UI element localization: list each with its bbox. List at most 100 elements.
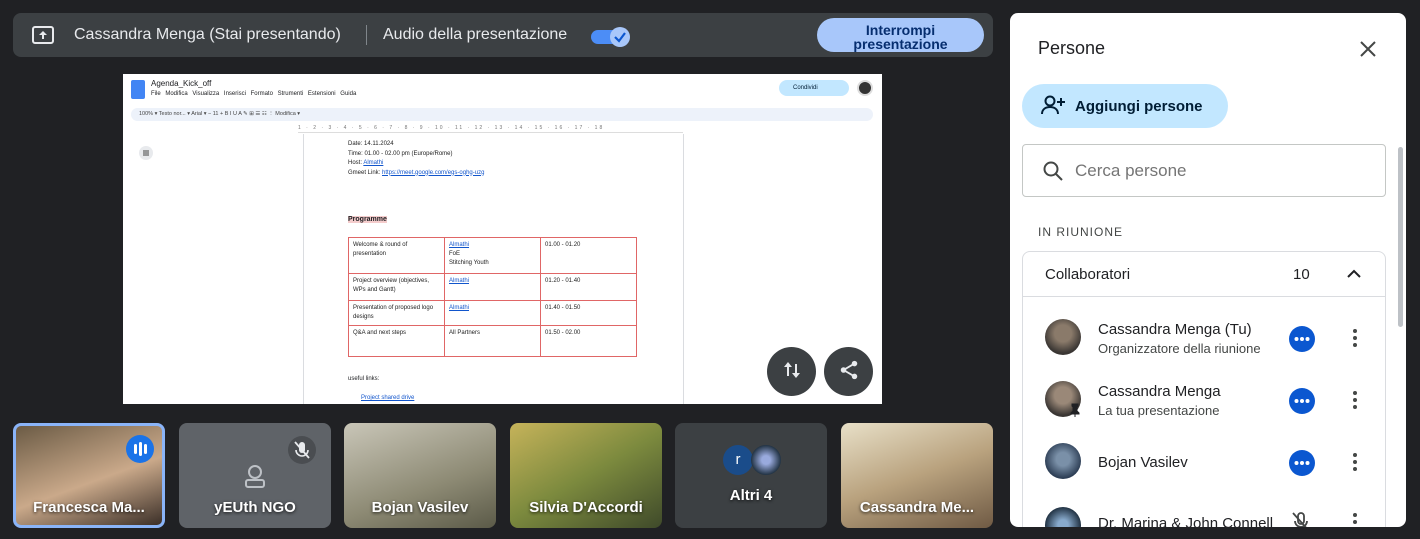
avatar	[1045, 507, 1081, 527]
table-row: Q&A and next steps All Partners 01.50 - …	[348, 325, 637, 357]
more-vert-icon	[1353, 391, 1357, 409]
more-horiz-icon	[1294, 399, 1310, 403]
doc-avatar	[857, 80, 873, 96]
programme-heading: Programme	[348, 216, 387, 223]
more-vert-icon	[1353, 453, 1357, 471]
panel-title: Persone	[1038, 38, 1106, 58]
reposition-button[interactable]	[767, 347, 816, 396]
more-options-button[interactable]	[1289, 450, 1315, 476]
more-horiz-icon	[1294, 461, 1310, 465]
table-cell: Almathi	[444, 300, 541, 326]
participant-tile[interactable]: Silvia D'Accordi	[510, 423, 662, 528]
more-vert-icon	[1353, 329, 1357, 347]
divider	[366, 25, 367, 45]
others-tile[interactable]: r Altri 4	[675, 423, 827, 528]
add-people-button[interactable]: Aggiungi persone	[1022, 84, 1228, 128]
table-cell: Project overview (objectives, WPs and Ga…	[348, 273, 445, 301]
more-horiz-icon	[1294, 337, 1310, 341]
table-cell: Almathi	[444, 273, 541, 301]
doc-time: Time: 01.00 - 02.00 pm (Europe/Rome)	[348, 150, 453, 157]
person-name: Bojan Vasilev	[1098, 454, 1188, 471]
table-cell: 01.20 - 01.40	[540, 273, 637, 301]
participant-name: Francesca Ma...	[33, 499, 145, 516]
participant-tile[interactable]: Cassandra Me...	[841, 423, 993, 528]
avatar	[1045, 443, 1081, 479]
presentation-bar: Cassandra Menga (Stai presentando) Audio…	[13, 13, 993, 57]
user-placeholder-icon	[245, 465, 265, 488]
table-cell: Welcome & round of presentation	[348, 237, 445, 274]
list-item[interactable]: Bojan Vasilev	[1023, 438, 1385, 500]
table-row: Presentation of proposed logo designs Al…	[348, 300, 637, 326]
stop-presenting-button[interactable]: Interrompi presentazione	[817, 18, 984, 52]
person-name: Cassandra Menga	[1098, 383, 1221, 400]
kebab-menu-button[interactable]	[1343, 510, 1367, 527]
group-label: Collaboratori	[1045, 266, 1131, 283]
list-item[interactable]: Dr. Marina & John Connell	[1023, 502, 1385, 527]
swap-vertical-icon	[783, 362, 800, 378]
doc-toolbar: 100% ▾ Testo nor... ▾ Arial ▾ − 11 + B I…	[131, 108, 873, 121]
list-item[interactable]: Cassandra Menga La tua presentazione	[1023, 376, 1385, 438]
doc-host: Host: Almathi	[348, 160, 384, 166]
audio-toggle[interactable]	[591, 27, 633, 47]
doc-share-button: Condividi	[779, 80, 849, 96]
close-panel-button[interactable]	[1356, 37, 1380, 61]
stop-label-line2: presentazione	[853, 35, 948, 52]
collaborators-header[interactable]: Collaboratori 10	[1023, 252, 1385, 297]
kebab-menu-button[interactable]	[1343, 326, 1367, 350]
audio-label: Audio della presentazione	[383, 26, 568, 43]
table-row: Welcome & round of presentation Almathi F…	[348, 237, 637, 274]
participant-name: Bojan Vasilev	[371, 499, 469, 516]
mic-off-icon	[288, 436, 316, 464]
search-input[interactable]	[1075, 160, 1365, 182]
mic-off-icon	[1292, 512, 1308, 527]
more-options-button[interactable]	[1289, 326, 1315, 352]
table-cell: 01.40 - 01.50	[540, 300, 637, 326]
chevron-up-icon[interactable]	[1345, 265, 1363, 283]
share-icon	[840, 360, 857, 380]
person-name: Dr. Marina & John Connell	[1098, 515, 1274, 527]
section-label: IN RIUNIONE	[1038, 225, 1124, 239]
people-panel: Persone Aggiungi persone IN RIUNIONE Col…	[1010, 13, 1406, 527]
programme-table: Welcome & round of presentation Almathi F…	[348, 237, 637, 357]
kebab-menu-button[interactable]	[1343, 388, 1367, 412]
table-row: Project overview (objectives, WPs and Ga…	[348, 273, 637, 301]
collaborators-group: Collaboratori 10 Cassandra Menga (Tu) Or…	[1022, 251, 1386, 527]
doc-title: Agenda_Kick_off	[151, 79, 212, 88]
person-role: Organizzatore della riunione	[1098, 341, 1261, 356]
avatar	[751, 445, 781, 475]
participant-tile[interactable]: Francesca Ma...	[13, 423, 165, 528]
shared-screen: Agenda_Kick_off File Modifica Visualizza…	[123, 74, 882, 404]
more-options-button[interactable]	[1289, 388, 1315, 414]
others-count-label: Altri 4	[729, 487, 773, 504]
doc-ruler: 1 · 2 · 3 · 4 · 5 · 6 · 7 · 8 · 9 · 10 ·…	[298, 125, 683, 133]
share-button[interactable]	[824, 347, 873, 396]
doc-menu-bar: File Modifica Visualizza Inserisci Forma…	[151, 91, 357, 97]
add-people-label: Aggiungi persone	[1075, 97, 1203, 115]
search-box[interactable]	[1022, 144, 1386, 197]
table-cell: All Partners	[444, 325, 541, 357]
kebab-menu-button[interactable]	[1343, 450, 1367, 474]
participant-name: Cassandra Me...	[859, 499, 975, 516]
list-item[interactable]: Cassandra Menga (Tu) Organizzatore della…	[1023, 314, 1385, 376]
avatar	[1045, 319, 1081, 355]
participant-tile[interactable]: yEUth NGO	[179, 423, 331, 528]
present-screen-icon	[32, 26, 54, 44]
speaking-indicator-icon	[126, 435, 154, 463]
doc-link: Gmeet Link: https://meet.google.com/egs-…	[348, 169, 485, 176]
pin-icon	[1070, 403, 1080, 417]
table-cell: 01.50 - 02.00	[540, 325, 637, 357]
presenter-name: Cassandra Menga (Stai presentando)	[74, 26, 341, 43]
close-icon	[1360, 41, 1376, 57]
search-icon	[1043, 161, 1063, 181]
person-role: La tua presentazione	[1098, 403, 1220, 418]
doc-date: Date: 14.11.2024	[348, 141, 394, 147]
avatar: r	[723, 445, 753, 475]
participant-name: yEUth NGO	[214, 499, 296, 516]
person-name: Cassandra Menga (Tu)	[1098, 321, 1252, 338]
participant-tile[interactable]: Bojan Vasilev	[344, 423, 496, 528]
table-cell: Almathi FoE Stitching Youth	[444, 237, 541, 274]
panel-scrollbar[interactable]	[1398, 147, 1403, 327]
table-cell: 01.00 - 01.20	[540, 237, 637, 274]
docs-icon	[131, 80, 145, 99]
useful-links-label: useful links:	[348, 376, 380, 382]
